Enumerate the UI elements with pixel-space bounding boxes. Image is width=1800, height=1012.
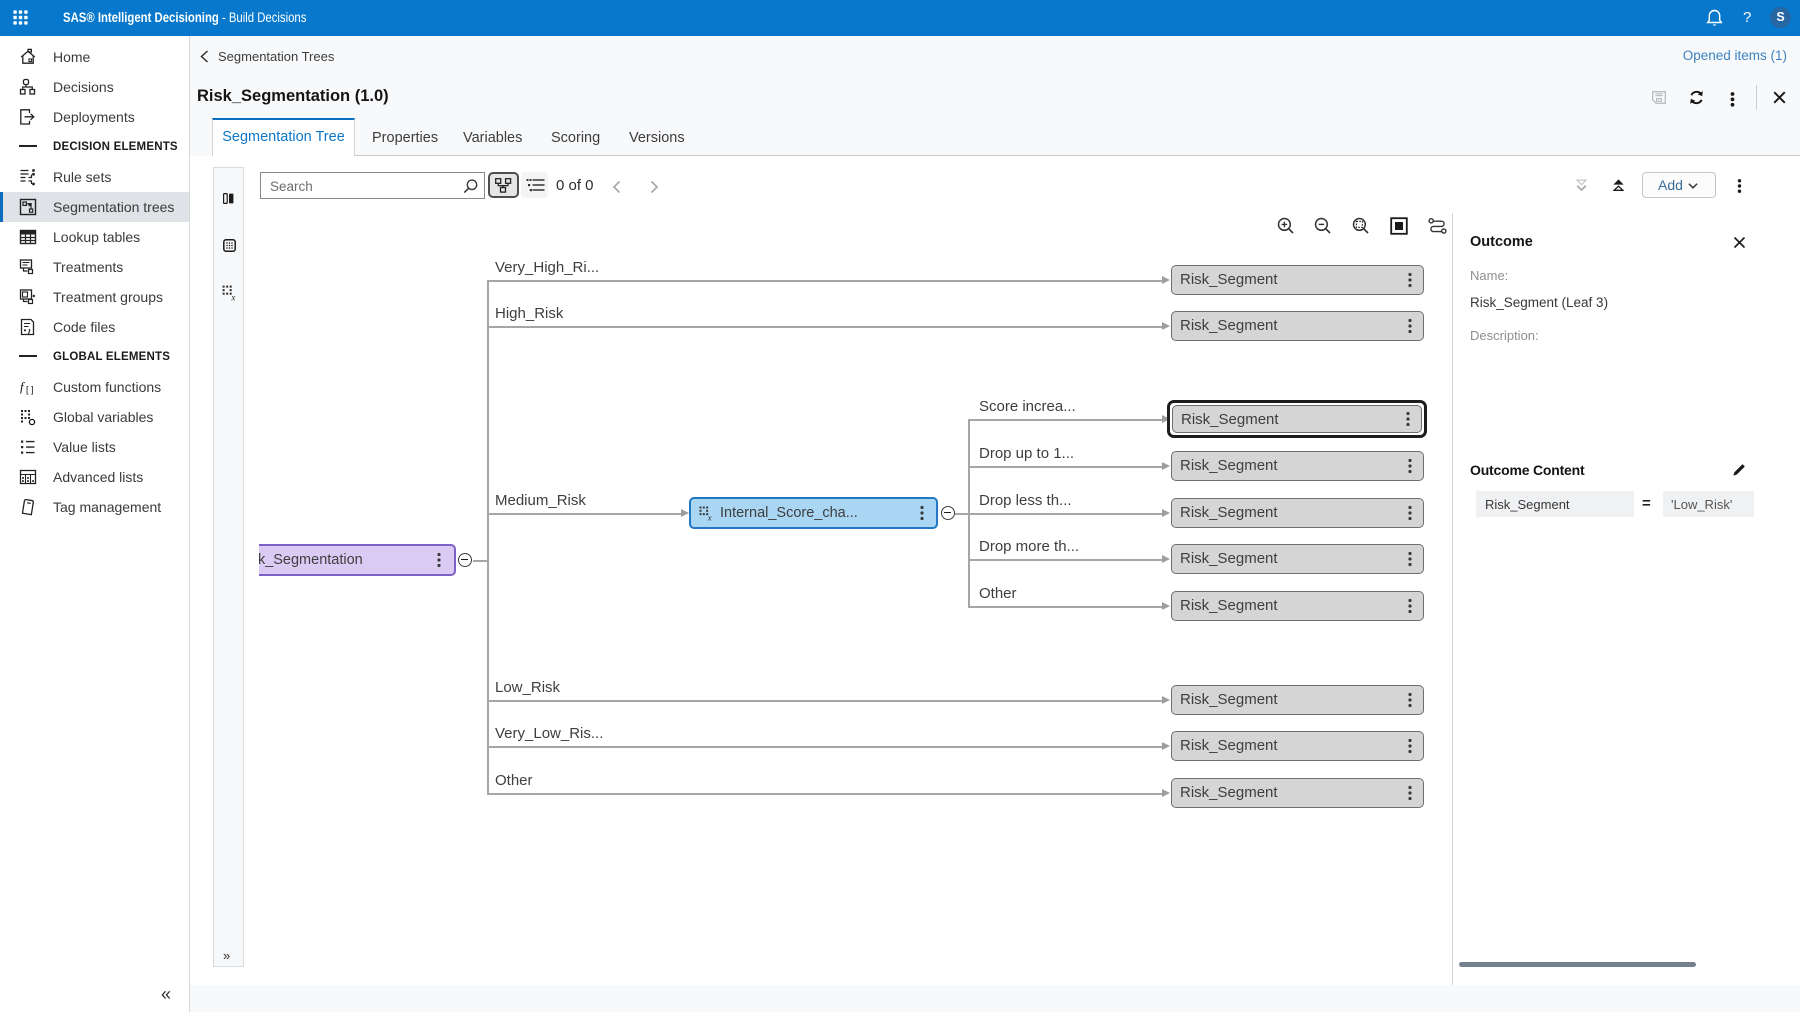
svg-text:x: x [230,292,235,301]
svg-text:[ ]: [ ] [26,385,34,395]
svg-text:x: x [707,512,712,521]
